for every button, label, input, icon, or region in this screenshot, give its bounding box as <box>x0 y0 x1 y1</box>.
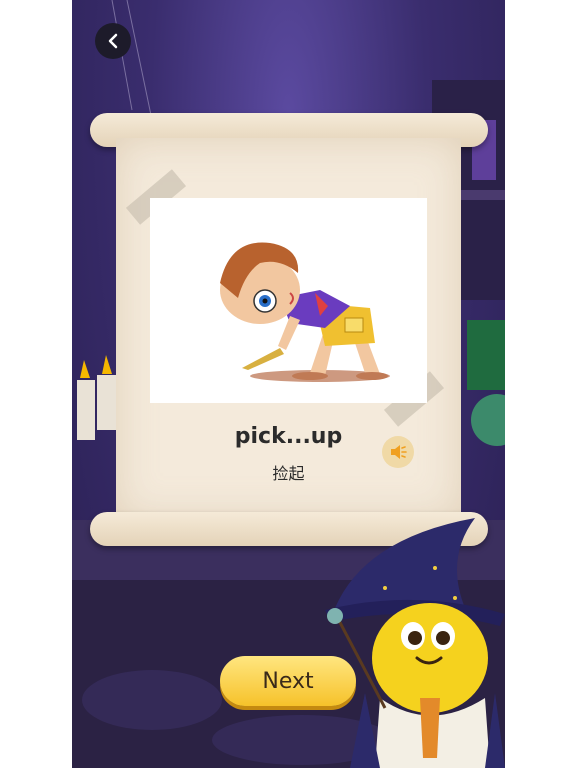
game-scene: pick...up 捡起 Next <box>72 0 505 768</box>
word-illustration <box>150 198 427 403</box>
wizard-mascot <box>325 518 505 768</box>
next-button[interactable]: Next <box>220 656 356 706</box>
boy-picking-up-knife-illustration <box>220 242 390 382</box>
chevron-left-icon <box>108 33 118 49</box>
word-meaning: 捡起 <box>272 464 305 483</box>
back-button[interactable] <box>95 23 131 59</box>
speaker-icon <box>391 445 407 459</box>
pronunciation-button[interactable] <box>382 436 414 468</box>
word-card: pick...up 捡起 <box>116 138 461 520</box>
